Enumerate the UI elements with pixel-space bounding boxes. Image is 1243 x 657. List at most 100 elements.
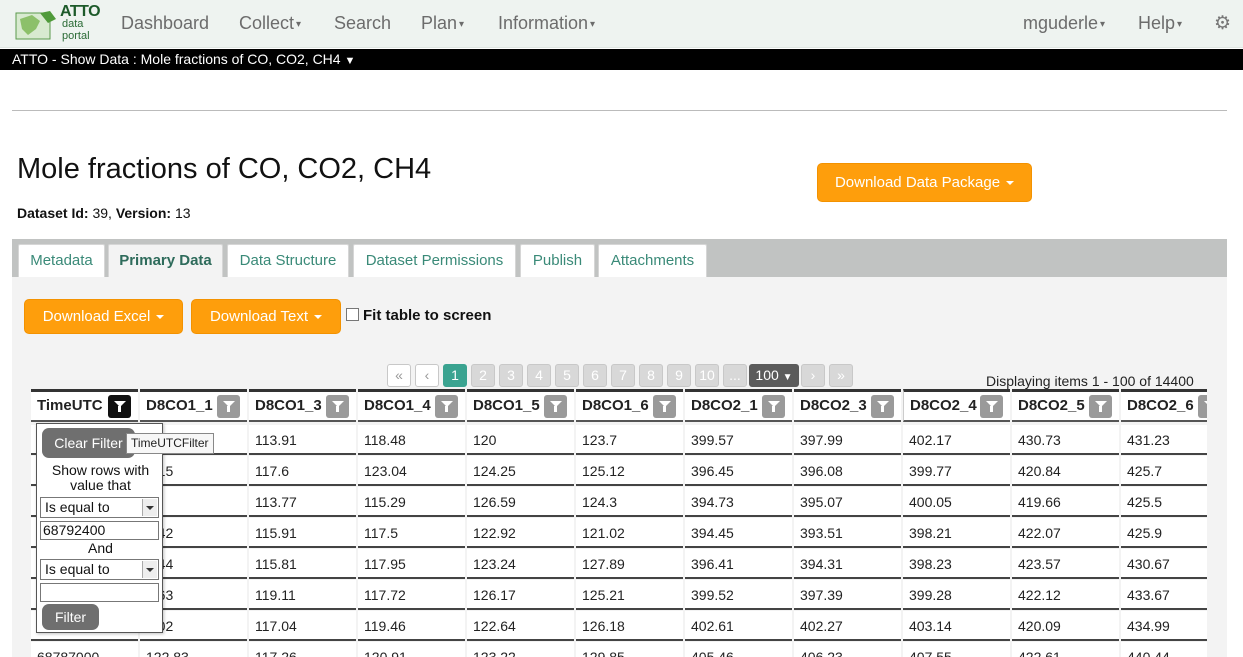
pager-ellipsis[interactable]: ... (723, 364, 747, 387)
column-header-d8co1-5[interactable]: D8CO1_5 (467, 389, 574, 422)
table-row[interactable]: 7.44115.81117.95123.24127.89396.41394.31… (31, 549, 1207, 580)
top-navbar: ATTO data portal Dashboard Collect ▾ Sear… (0, 0, 1243, 48)
tab-dataset-permissions[interactable]: Dataset Permissions (353, 244, 516, 277)
table-row[interactable]: 3.42115.91117.5122.92121.02394.45393.513… (31, 518, 1207, 549)
filter-icon[interactable] (108, 395, 131, 418)
table-cell: 430.73 (1012, 425, 1119, 455)
tab-data-structure[interactable]: Data Structure (227, 244, 349, 277)
table-cell: 422.12 (1012, 580, 1119, 610)
apply-filter-button[interactable]: Filter (42, 604, 99, 630)
gear-icon[interactable]: ⚙ (1214, 14, 1231, 33)
filter-icon[interactable] (980, 395, 1003, 418)
table-cell: 68787000 (31, 642, 138, 657)
filter-operator-2-select[interactable]: Is equal to (40, 559, 159, 580)
table-cell: 122.83 (140, 642, 247, 657)
fit-table-label[interactable]: Fit table to screen (363, 307, 491, 324)
filter-value-2-input[interactable] (40, 583, 159, 602)
pager-page-2[interactable]: 2 (471, 364, 495, 387)
pager-page-8[interactable]: 8 (639, 364, 663, 387)
nav-search[interactable]: Search (334, 13, 391, 34)
chevron-down-icon[interactable] (142, 561, 157, 578)
tab-publish[interactable]: Publish (520, 244, 595, 277)
download-excel-button[interactable]: Download Excel (24, 299, 183, 334)
table-row[interactable]: 2.02117.04119.46122.64126.18402.61402.27… (31, 611, 1207, 642)
dataset-id-value: 39 (92, 205, 109, 221)
pager-page-7[interactable]: 7 (611, 364, 635, 387)
column-header-d8co2-4[interactable]: D8CO2_4 (903, 389, 1010, 422)
pager-page-5[interactable]: 5 (555, 364, 579, 387)
download-package-label: Download Data Package (834, 174, 1001, 191)
tab-metadata[interactable]: Metadata (18, 244, 105, 277)
pager-last-button[interactable]: » (829, 364, 853, 387)
column-header-label: D8CO1_6 (582, 397, 649, 414)
column-header-d8co2-5[interactable]: D8CO2_5 (1012, 389, 1119, 422)
table-cell: 126.59 (467, 487, 574, 517)
table-cell: 425.7 (1121, 456, 1207, 486)
pager-prev-button[interactable]: ‹ (415, 364, 439, 387)
pager-first-button[interactable]: « (387, 364, 411, 387)
download-text-button[interactable]: Download Text (191, 299, 341, 334)
filter-icon[interactable] (762, 395, 785, 418)
column-header-timeutc[interactable]: TimeUTC (31, 389, 138, 422)
chevron-down-icon: ▾ (590, 18, 596, 30)
caret-down-icon: ▼ (782, 372, 793, 383)
column-header-d8co1-4[interactable]: D8CO1_4 (358, 389, 465, 422)
table-row[interactable]: 2.63119.11117.72126.17125.21399.52397.39… (31, 580, 1207, 611)
filter-icon[interactable] (871, 395, 894, 418)
nav-plan[interactable]: Plan ▾ (421, 13, 464, 34)
filter-icon[interactable] (653, 395, 676, 418)
fit-table-checkbox[interactable] (346, 308, 359, 321)
page-size-select[interactable]: 100 ▼ (749, 364, 799, 387)
page-title: Mole fractions of CO, CO2, CH4 (17, 153, 432, 185)
pager-next-button[interactable]: › (801, 364, 825, 387)
nav-dashboard[interactable]: Dashboard (121, 13, 209, 34)
column-header-d8co2-6[interactable]: D8CO2_6 (1121, 389, 1207, 422)
pager-page-1[interactable]: 1 (443, 364, 467, 387)
caret-down-icon (314, 315, 323, 320)
table-cell: 117.6 (249, 456, 356, 486)
table-cell: 120.91 (358, 642, 465, 657)
filter-operator-1-select[interactable]: Is equal to (40, 497, 159, 518)
tab-primary-data[interactable]: Primary Data (108, 244, 223, 277)
pager-page-10[interactable]: 10 (695, 364, 719, 387)
column-header-d8co1-6[interactable]: D8CO1_6 (576, 389, 683, 422)
tab-attachments[interactable]: Attachments (598, 244, 707, 277)
breadcrumb[interactable]: ATTO - Show Data : Mole fractions of CO,… (0, 49, 1243, 70)
table-row[interactable]: 68787000 122.83 117.26 120.91 123.22 129.85 40… (31, 642, 1207, 657)
atto-logo[interactable]: ATTO data portal (8, 2, 101, 46)
chevron-down-icon[interactable] (142, 499, 157, 516)
nav-help[interactable]: Help ▾ (1138, 13, 1182, 34)
column-header-d8co1-1[interactable]: D8CO1_1 (140, 389, 247, 422)
table-cell: 394.45 (685, 518, 792, 548)
download-data-package-button[interactable]: Download Data Package (817, 163, 1032, 202)
pager-page-4[interactable]: 4 (527, 364, 551, 387)
nav-information[interactable]: Information ▾ (498, 13, 595, 34)
filter-icon[interactable] (435, 395, 458, 418)
chevron-down-icon: ▾ (296, 18, 302, 30)
filter-icon[interactable] (326, 395, 349, 418)
double-chevron-down-icon[interactable]: ▼ (344, 55, 355, 67)
nav-user-label: mguderle (1023, 13, 1099, 33)
filter-operator-2-value: Is equal to (45, 561, 110, 577)
filter-icon[interactable] (1089, 395, 1112, 418)
nav-collect[interactable]: Collect ▾ (239, 13, 301, 34)
column-header-d8co2-1[interactable]: D8CO2_1 (685, 389, 792, 422)
table-row[interactable]: 5.15117.6123.04124.25125.12396.45396.083… (31, 456, 1207, 487)
filter-icon[interactable] (544, 395, 567, 418)
clear-filter-button[interactable]: Clear Filter (42, 428, 135, 458)
column-header-d8co2-3[interactable]: D8CO2_3 (794, 389, 901, 422)
page-size-value: 100 (755, 367, 779, 383)
pager-page-9[interactable]: 9 (667, 364, 691, 387)
caret-down-icon (156, 315, 165, 320)
table-row[interactable]: 2113.77115.29126.59124.3394.73395.07400.… (31, 487, 1207, 518)
filter-icon[interactable] (217, 395, 240, 418)
table-cell: 126.18 (576, 611, 683, 641)
nav-user-menu[interactable]: mguderle ▾ (1023, 13, 1105, 34)
filter-value-1-input[interactable]: 68792400 (40, 521, 159, 540)
pager-page-3[interactable]: 3 (499, 364, 523, 387)
filter-icon[interactable] (1198, 395, 1207, 418)
table-cell: 122.92 (467, 518, 574, 548)
pager-page-6[interactable]: 6 (583, 364, 607, 387)
column-header-d8co1-3[interactable]: D8CO1_3 (249, 389, 356, 422)
data-grid: TimeUTC D8CO1_1 D8CO1_3 D8CO1_4 D8CO1_5 … (31, 389, 1207, 657)
